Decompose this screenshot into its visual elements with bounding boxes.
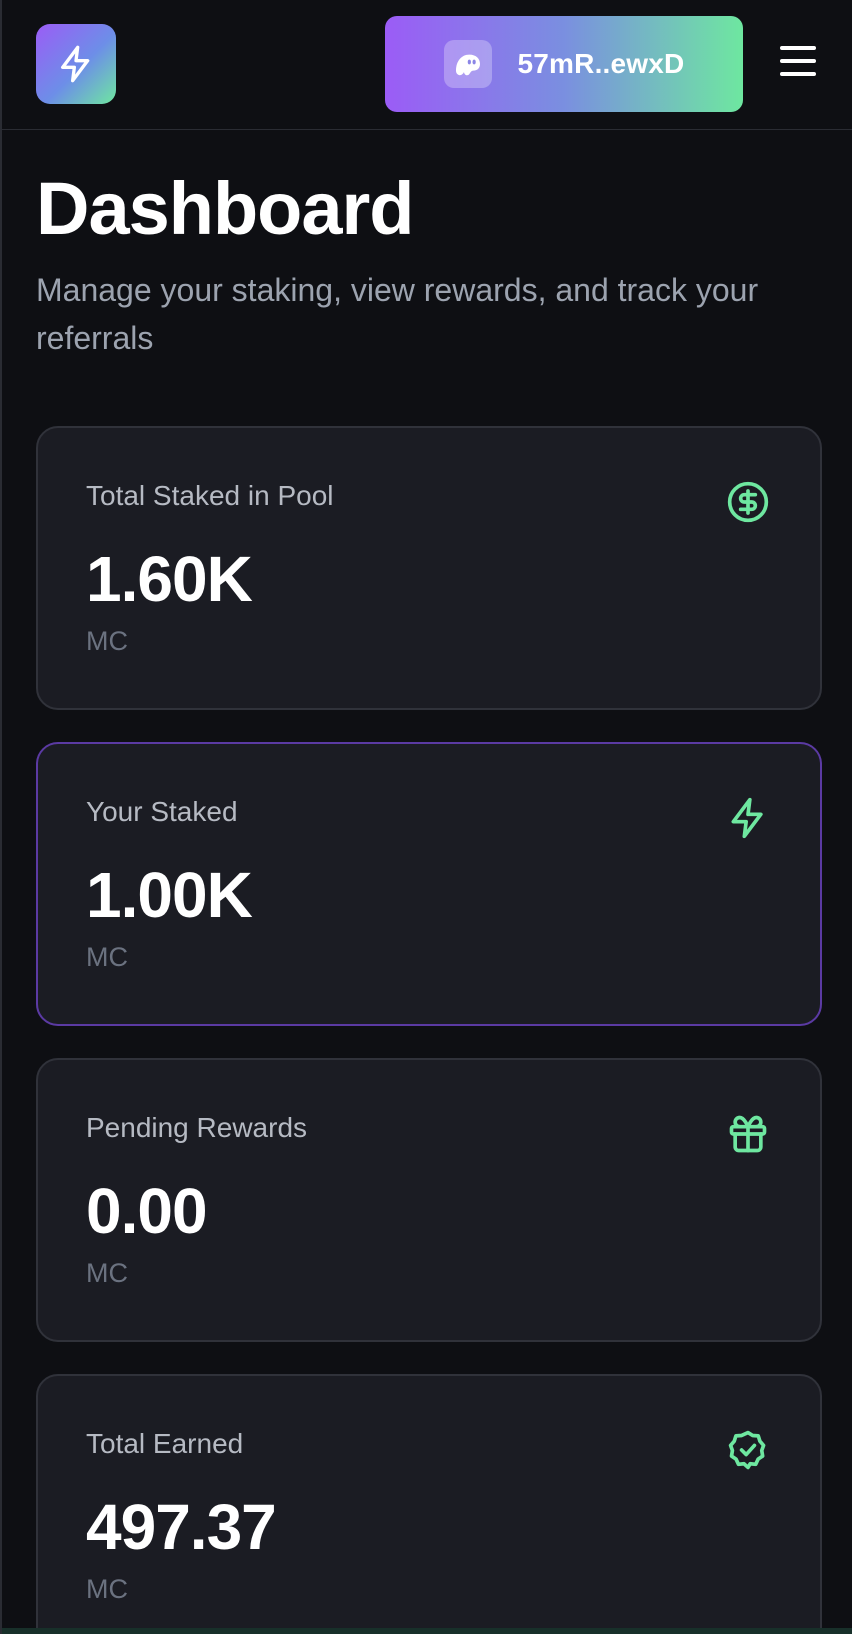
stat-card-unit: MC: [86, 942, 128, 972]
page-subtitle: Manage your staking, view rewards, and t…: [36, 272, 759, 356]
stat-card-your-staked: Your Staked 1.00K MC: [36, 742, 822, 1026]
wallet-avatar: [443, 40, 492, 88]
stat-card-value: 1.60K: [86, 543, 253, 615]
top-bar: 57mR..ewxD: [2, 0, 852, 130]
gift-icon: [726, 1112, 770, 1156]
stat-card-pending-rewards: Pending Rewards 0.00 MC: [36, 1058, 822, 1342]
verified-badge-icon: [726, 1428, 770, 1472]
app-logo[interactable]: [36, 24, 116, 104]
stat-card-unit: MC: [86, 1574, 128, 1604]
stat-card-label: Total Staked in Pool: [86, 480, 334, 511]
stat-card-label: Your Staked: [86, 796, 238, 827]
stat-card-label: Total Earned: [86, 1428, 244, 1459]
stat-card-total-earned: Total Earned 497.37 MC: [36, 1374, 822, 1634]
wallet-button[interactable]: 57mR..ewxD: [385, 16, 743, 112]
stat-card-value: 0.00: [86, 1175, 208, 1247]
wallet-address: 57mR..ewxD: [517, 48, 685, 79]
page-title: Dashboard: [36, 167, 415, 250]
lightning-bolt-icon: [61, 45, 90, 83]
stat-card-unit: MC: [86, 626, 128, 656]
bottom-edge: [2, 1628, 852, 1634]
stat-card-label: Pending Rewards: [86, 1112, 308, 1143]
stat-card-value: 1.00K: [86, 859, 253, 931]
app-frame: 57mR..ewxD Dashboard Manage your staking…: [0, 0, 852, 1634]
stat-card-unit: MC: [86, 1258, 128, 1288]
stat-card-total-staked: Total Staked in Pool 1.60K MC: [36, 426, 822, 710]
menu-button[interactable]: [778, 44, 818, 78]
dollar-circle-icon: [726, 480, 770, 524]
lightning-bolt-icon: [726, 796, 770, 840]
hamburger-menu-icon-line: [780, 59, 816, 63]
hamburger-menu-icon: [780, 46, 816, 50]
hamburger-menu-icon-line: [780, 72, 816, 76]
phantom-ghost-icon: [455, 54, 480, 76]
stat-card-value: 497.37: [86, 1491, 277, 1563]
